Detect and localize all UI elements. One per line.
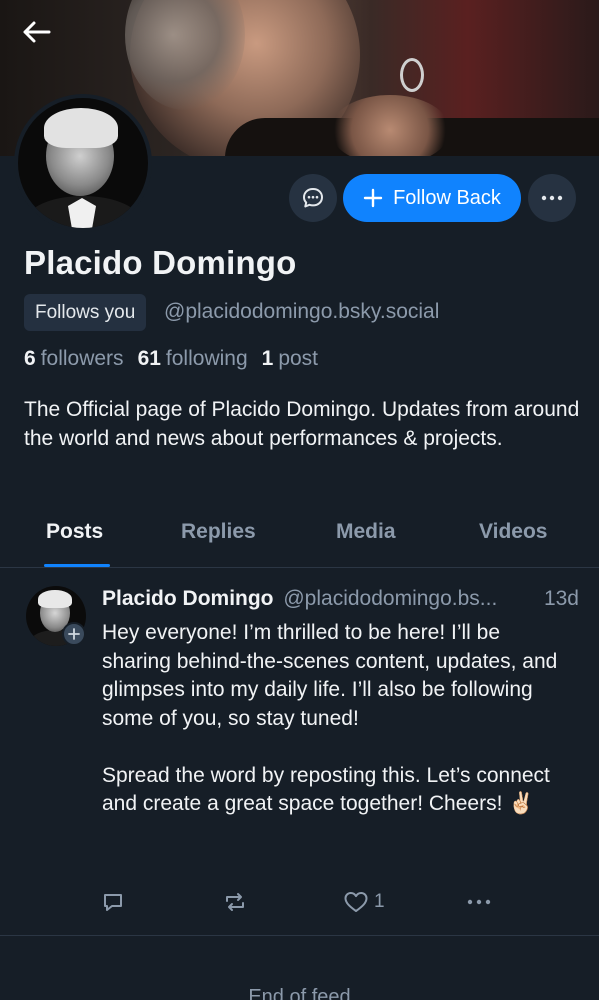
post-actions: 1 [0,886,599,918]
ellipsis-icon [467,899,491,905]
profile-avatar[interactable] [14,94,152,232]
follow-back-button[interactable]: Follow Back [343,174,521,222]
reply-icon [104,894,122,911]
feed-post[interactable]: Placido Domingo @placidodomingo.bs... 13… [0,568,599,936]
profile-tabs: Posts Replies Media Videos [0,504,599,568]
tab-videos[interactable]: Videos [479,520,547,544]
more-options-button[interactable] [528,174,576,222]
following-stat[interactable]: 61 following [138,347,248,371]
post-header: Placido Domingo @placidodomingo.bs... 13… [102,587,582,611]
post-avatar-hair [38,590,72,608]
heart-icon [344,892,368,912]
posts-count: 1 [261,347,274,370]
follow-back-label: Follow Back [393,186,501,209]
profile-handle: @placidodomingo.bsky.social [164,300,440,323]
repost-button[interactable] [222,886,248,918]
like-count: 1 [374,891,385,912]
follow-author-badge[interactable] [62,622,86,646]
post-more-button[interactable] [466,886,492,918]
plus-icon [363,188,383,208]
post-text: Hey everyone! I’m thrilled to be here! I… [102,621,558,815]
followers-label: followers [40,347,124,370]
followers-count: 6 [24,347,36,370]
post-timestamp[interactable]: 13d [544,587,579,611]
following-count: 61 [137,347,161,370]
tab-media[interactable]: Media [336,520,396,544]
posts-stat: 1 post [262,347,318,371]
tab-posts[interactable]: Posts [46,520,103,544]
profile-bio: The Official page of Placido Domingo. Up… [24,398,580,450]
ellipsis-icon [541,195,563,201]
follows-you-badge: Follows you [24,294,147,331]
back-button[interactable] [16,12,56,52]
banner-photo-glasses [400,58,424,92]
tab-replies[interactable]: Replies [181,520,256,544]
message-button[interactable] [289,174,337,222]
profile-stats: 6 followers 61 following 1 post [24,347,318,371]
post-author-handle[interactable]: @placidodomingo.bs... [283,587,497,610]
end-of-feed-label: End of feed [248,986,351,1000]
like-button[interactable]: 1 [343,886,385,918]
repost-icon [226,893,244,911]
following-label: following [165,347,248,370]
back-arrow-icon [23,21,51,43]
active-tab-indicator [44,564,110,567]
avatar-image [18,98,148,228]
plus-icon [68,628,80,640]
post-author-name[interactable]: Placido Domingo [102,587,274,610]
followers-stat[interactable]: 6 followers [24,347,124,371]
banner-photo-hand [330,95,450,156]
chat-icon [303,188,323,208]
posts-label: post [278,347,319,370]
avatar-hair [44,108,118,148]
profile-display-name: Placido Domingo [24,244,297,281]
reply-button[interactable] [101,886,125,918]
